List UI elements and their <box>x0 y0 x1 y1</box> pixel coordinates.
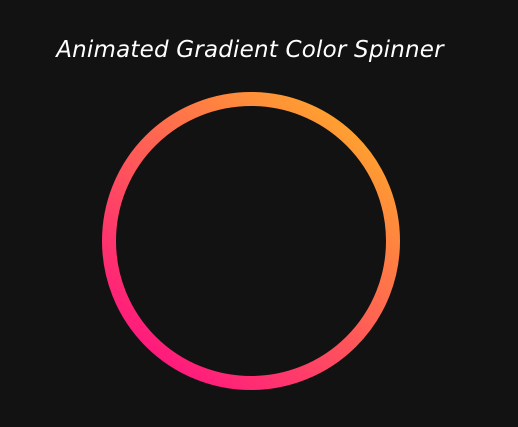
gradient-spinner <box>100 90 402 392</box>
page-title: Animated Gradient Color Spinner <box>56 37 444 63</box>
spinner-ring-svg <box>102 92 400 390</box>
page: Animated Gradient Color Spinner <box>0 0 518 427</box>
spinner-ring <box>102 92 400 390</box>
